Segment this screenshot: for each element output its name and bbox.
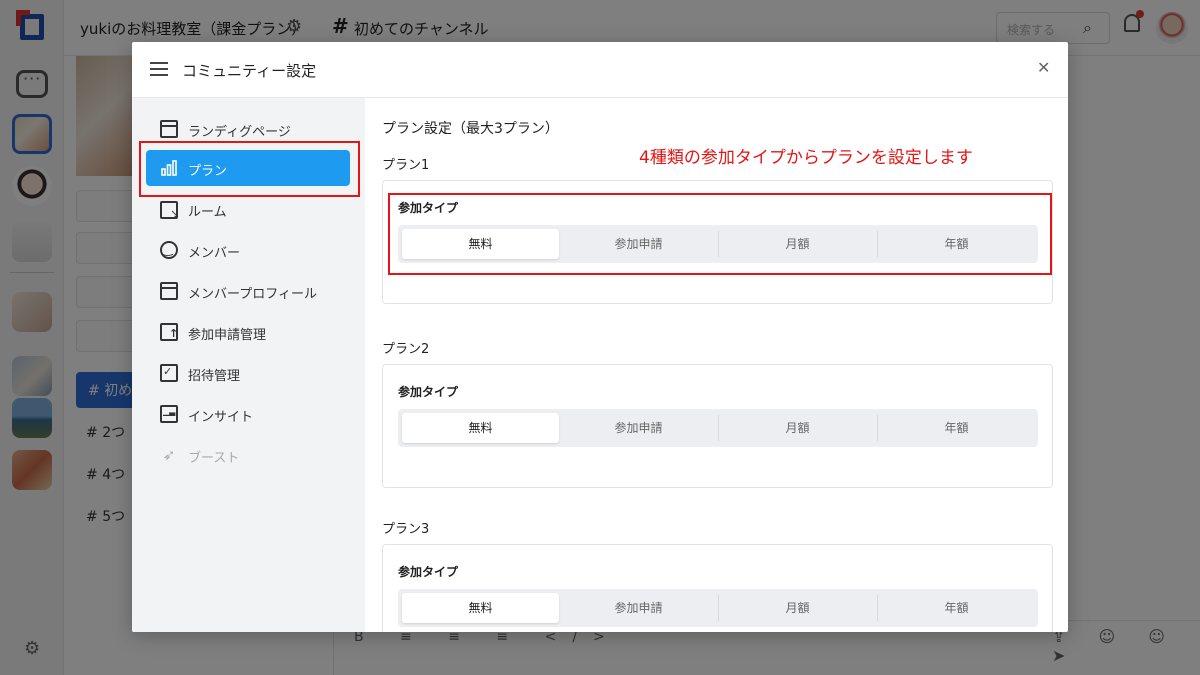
option-monthly[interactable]: 月額 bbox=[719, 413, 876, 443]
room-icon bbox=[160, 201, 179, 220]
clipboard-check-icon bbox=[160, 364, 178, 382]
option-free[interactable]: 無料 bbox=[402, 593, 559, 623]
document-upload-icon bbox=[160, 323, 178, 341]
nav-item-label: メンバープロフィール bbox=[188, 287, 317, 302]
option-free[interactable]: 無料 bbox=[402, 413, 559, 443]
highlight-box-participation-type bbox=[388, 193, 1052, 275]
hamburger-menu-icon[interactable] bbox=[150, 62, 168, 76]
nav-item-label: 参加申請管理 bbox=[188, 328, 267, 343]
plan-settings-panel: プラン設定（最大3プラン） 4種類の参加タイプからプランを設定します プラン1 … bbox=[365, 98, 1068, 632]
nav-item-members[interactable]: メンバー bbox=[146, 232, 350, 268]
nav-item-label: ランディグページ bbox=[188, 125, 291, 140]
plan-card: 参加タイプ 無料 参加申請 月額 年額 bbox=[382, 544, 1053, 632]
option-application[interactable]: 参加申請 bbox=[560, 593, 717, 623]
option-yearly[interactable]: 年額 bbox=[878, 413, 1035, 443]
participation-type-label: 参加タイプ bbox=[398, 385, 459, 399]
option-monthly[interactable]: 月額 bbox=[719, 593, 876, 623]
plan-card: 参加タイプ 無料 参加申請 月額 年額 bbox=[382, 364, 1053, 488]
participation-type-selector: 無料 参加申請 月額 年額 bbox=[398, 409, 1038, 447]
modal-title: コミュニティー設定 bbox=[182, 62, 317, 80]
nav-item-invitations[interactable]: 招待管理 bbox=[146, 355, 350, 391]
rocket-icon: ➶ bbox=[162, 446, 176, 464]
modal-header: コミュニティー設定 ✕ bbox=[132, 42, 1068, 98]
window-icon bbox=[160, 120, 178, 138]
plan-label: プラン1 bbox=[382, 158, 430, 173]
window-icon bbox=[160, 282, 178, 300]
participation-type-selector: 無料 参加申請 月額 年額 bbox=[398, 589, 1038, 627]
community-settings-modal: コミュニティー設定 ✕ ランディグページ プラン ルーム メンバー メンバープロ… bbox=[132, 42, 1068, 632]
nav-item-label: ブースト bbox=[188, 451, 240, 466]
plan-settings-heading: プラン設定（最大3プラン） bbox=[382, 121, 559, 137]
nav-item-label: 招待管理 bbox=[188, 369, 241, 384]
option-application[interactable]: 参加申請 bbox=[560, 413, 717, 443]
nav-item-insights[interactable]: インサイト bbox=[146, 396, 350, 432]
annotation-text: 4種類の参加タイプからプランを設定します bbox=[639, 148, 973, 168]
close-icon[interactable]: ✕ bbox=[1037, 58, 1050, 77]
participation-type-label: 参加タイプ bbox=[398, 565, 459, 579]
nav-item-label: ルーム bbox=[188, 205, 227, 220]
settings-nav: ランディグページ プラン ルーム メンバー メンバープロフィール 参加申請管理 … bbox=[132, 98, 365, 632]
highlight-box-plan bbox=[139, 141, 360, 197]
nav-item-join-requests[interactable]: 参加申請管理 bbox=[146, 314, 350, 350]
plan-label: プラン2 bbox=[382, 342, 430, 357]
smile-icon bbox=[160, 241, 178, 259]
nav-item-boost: ➶ ブースト bbox=[146, 437, 350, 473]
nav-item-label: インサイト bbox=[188, 410, 254, 425]
option-yearly[interactable]: 年額 bbox=[878, 593, 1035, 623]
chart-icon bbox=[160, 405, 178, 423]
nav-item-member-profile[interactable]: メンバープロフィール bbox=[146, 273, 350, 309]
nav-item-label: メンバー bbox=[188, 246, 241, 261]
plan-label: プラン3 bbox=[382, 522, 430, 537]
